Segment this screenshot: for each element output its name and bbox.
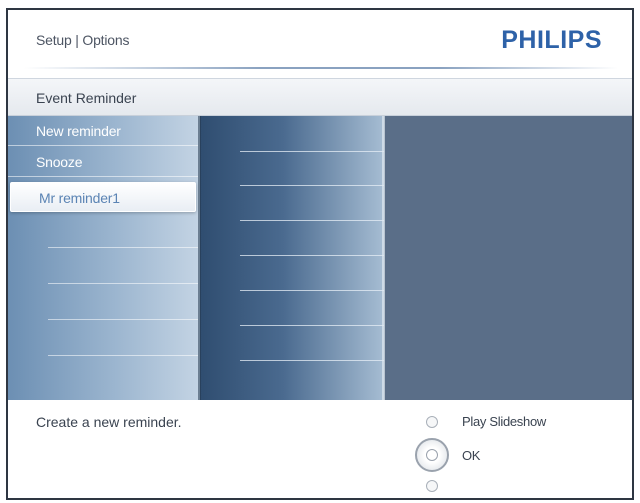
- empty-row-line: [48, 247, 198, 248]
- section-title: Event Reminder: [36, 90, 137, 106]
- menu-panels: New reminder Snooze Mr reminder1: [8, 116, 632, 400]
- column-divider: [198, 116, 201, 400]
- empty-row-line: [240, 151, 384, 152]
- empty-row-line: [48, 355, 198, 356]
- menu-item-label: Snooze: [36, 154, 83, 170]
- empty-row-line: [48, 319, 198, 320]
- empty-row-line: [240, 360, 384, 361]
- ok-label: OK: [462, 448, 481, 463]
- empty-row-line: [240, 255, 384, 256]
- ok-button-icon[interactable]: [415, 438, 449, 472]
- empty-row-line: [240, 290, 384, 291]
- menu-item-label: Mr reminder1: [39, 190, 120, 206]
- section-bar: Event Reminder: [8, 78, 632, 116]
- empty-row-line: [240, 220, 384, 221]
- column-divider: [382, 116, 385, 400]
- footer: Create a new reminder. Play Slideshow OK: [8, 400, 632, 498]
- help-text: Create a new reminder.: [36, 414, 182, 430]
- breadcrumb: Setup | Options: [36, 32, 130, 48]
- menu-item-snooze[interactable]: Snooze: [8, 147, 198, 177]
- play-slideshow-label: Play Slideshow: [462, 414, 546, 429]
- ok-center-icon: [426, 449, 438, 461]
- empty-row-line: [240, 185, 384, 186]
- header-divider: [24, 67, 618, 69]
- empty-row-line: [240, 325, 384, 326]
- menu-item-new-reminder[interactable]: New reminder: [8, 116, 198, 146]
- menu-column-1: New reminder Snooze Mr reminder1: [8, 116, 200, 400]
- philips-logo: PHILIPS: [501, 26, 602, 54]
- nav-up-icon[interactable]: [426, 416, 438, 428]
- menu-item-mr-reminder1[interactable]: Mr reminder1: [10, 182, 196, 212]
- nav-down-icon[interactable]: [426, 480, 438, 492]
- menu-column-3: [384, 116, 632, 400]
- menu-item-label: New reminder: [36, 123, 121, 139]
- menu-column-2: [200, 116, 384, 400]
- app-window: Setup | Options PHILIPS Event Reminder N…: [6, 8, 634, 500]
- header: Setup | Options PHILIPS: [8, 10, 632, 74]
- empty-row-line: [48, 283, 198, 284]
